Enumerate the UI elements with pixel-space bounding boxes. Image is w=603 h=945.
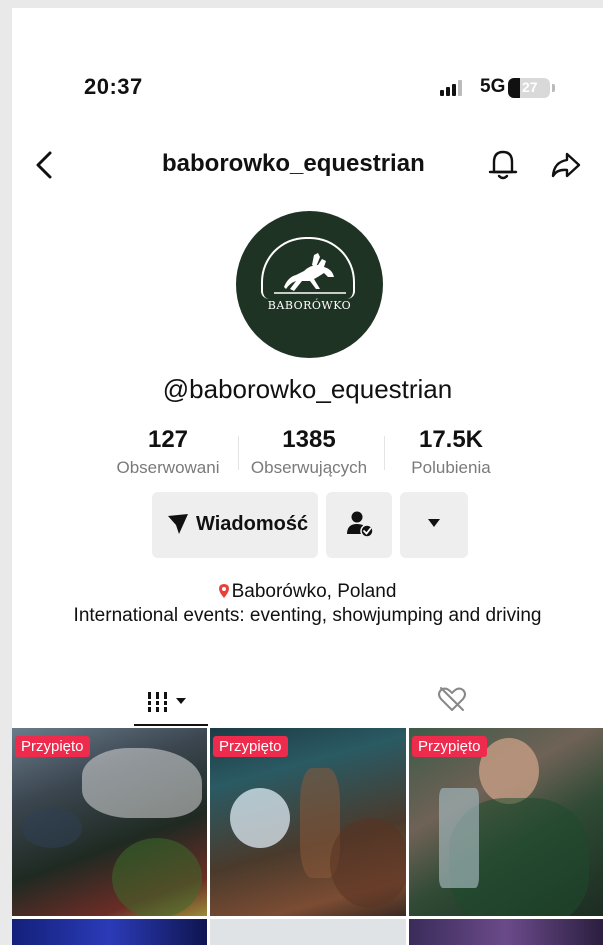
profile-handle: @baborowko_equestrian <box>162 374 453 404</box>
profile-stats: 127 Obserwowani 1385 Obserwujących 17.5K… <box>12 426 603 482</box>
content-tabs <box>12 676 603 728</box>
horse-shape <box>330 818 406 908</box>
page-title: baborowko_equestrian <box>162 150 425 177</box>
share-icon[interactable] <box>549 148 583 182</box>
video-grid: Przypięto Przypięto Przypięto <box>12 728 603 945</box>
active-tab-indicator <box>134 724 208 726</box>
rider-shape <box>22 808 82 848</box>
caret-down-icon <box>428 519 440 527</box>
message-button-label: Wiadomość <box>196 513 309 535</box>
back-arrow-icon[interactable] <box>32 148 58 182</box>
horse-rider-logo-icon <box>274 253 346 294</box>
liked-hidden-icon <box>438 687 466 711</box>
video-thumbnail[interactable]: Przypięto <box>12 728 207 916</box>
light-flare-shape <box>230 788 290 848</box>
tab-liked[interactable] <box>436 684 468 714</box>
video-thumbnail[interactable]: Przypięto <box>409 728 603 916</box>
stat-followers-label: Obserwujących <box>250 458 368 477</box>
face-shape <box>479 738 539 804</box>
video-thumbnail[interactable] <box>12 919 207 945</box>
logo-text: BABORÓWKO <box>267 299 352 312</box>
pinned-badge: Przypięto <box>213 736 288 757</box>
battery-level: 27 <box>522 79 538 95</box>
friend-status-button[interactable] <box>326 492 392 558</box>
more-options-button[interactable] <box>400 492 468 558</box>
stat-following-label: Obserwowani <box>116 458 220 477</box>
signal-icon <box>440 80 466 96</box>
message-button[interactable]: Wiadomość <box>152 492 318 558</box>
stat-following-value: 127 <box>147 426 189 453</box>
bell-icon[interactable] <box>486 146 520 182</box>
stat-followers-value: 1385 <box>282 426 336 453</box>
trophy-shape <box>439 788 479 888</box>
stat-following[interactable]: 127 Obserwowani <box>104 426 232 478</box>
stat-likes[interactable]: 17.5K Polubienia <box>392 426 510 478</box>
profile-screen: 20:37 5G 27 baborowko_equestrian BABORÓW… <box>12 8 603 945</box>
location-pin-icon <box>218 584 229 598</box>
tab-videos[interactable] <box>138 682 208 722</box>
location-text: Baborówko, Poland <box>231 581 397 602</box>
status-bar: 20:37 5G 27 <box>12 74 603 104</box>
stat-followers[interactable]: 1385 Obserwujących <box>238 426 380 478</box>
pinned-badge: Przypięto <box>412 736 487 757</box>
bio-text: International events: eventing, showjump… <box>73 605 542 626</box>
pinned-badge: Przypięto <box>15 736 90 757</box>
grid-icon <box>146 692 186 712</box>
clock: 20:37 <box>84 74 143 99</box>
stat-divider <box>384 436 385 470</box>
person-check-icon <box>347 511 374 538</box>
horse-shape <box>82 748 202 818</box>
stat-likes-label: Polubienia <box>411 458 491 477</box>
location-line: Baborówko, Poland <box>12 580 603 604</box>
send-icon <box>168 514 188 534</box>
top-nav: baborowko_equestrian <box>12 144 603 188</box>
foliage-shape <box>112 838 202 916</box>
avatar[interactable]: BABORÓWKO <box>236 211 383 358</box>
network-type: 5G <box>480 76 506 97</box>
profile-bio: Baborówko, Poland International events: … <box>12 580 603 628</box>
video-thumbnail[interactable] <box>409 919 603 945</box>
stat-likes-value: 17.5K <box>418 426 484 453</box>
video-thumbnail[interactable] <box>210 919 406 945</box>
battery-icon: 27 <box>508 78 555 98</box>
video-thumbnail[interactable]: Przypięto <box>210 728 406 916</box>
